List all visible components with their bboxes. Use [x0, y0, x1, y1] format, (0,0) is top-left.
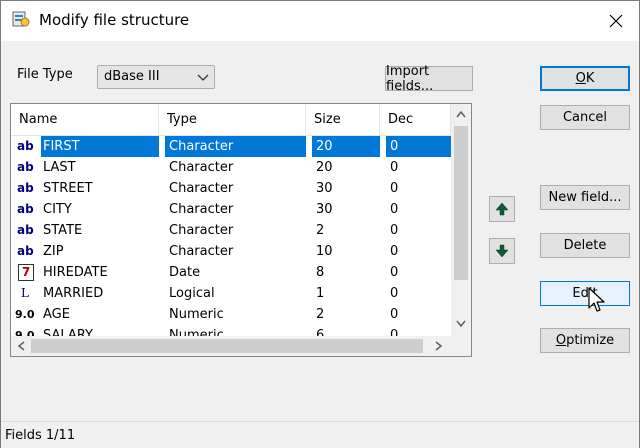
column-header-type[interactable]: Type: [159, 104, 306, 136]
numeric-type-icon: 9.0: [15, 308, 35, 321]
edit-button[interactable]: Edit: [540, 281, 630, 306]
optimize-button[interactable]: Optimize: [540, 328, 630, 353]
cell-type: Character: [169, 244, 234, 259]
scroll-down-icon[interactable]: [456, 320, 466, 328]
status-text: Fields 1/11: [5, 428, 76, 443]
arrow-up-icon: [495, 202, 509, 216]
file-type-label: File Type: [17, 67, 73, 82]
cell-type: Numeric: [169, 307, 224, 322]
vertical-scroll-thumb[interactable]: [454, 126, 468, 280]
cell-dec: 0: [390, 202, 399, 217]
scrollbar-corner: [451, 336, 471, 356]
table-row[interactable]: L MARRIED Logical 1 0: [11, 283, 451, 304]
cell-size: 1: [316, 286, 325, 301]
cell-name: LAST: [43, 160, 76, 175]
cell-type: Logical: [169, 286, 215, 301]
table-row[interactable]: ab CITY Character 30 0: [11, 199, 451, 220]
title-bar: Modify file structure: [1, 1, 639, 41]
close-icon: [609, 14, 623, 28]
window-title: Modify file structure: [39, 11, 190, 29]
file-type-dropdown[interactable]: dBase III: [97, 65, 215, 89]
table-row[interactable]: ab ZIP Character 10 0: [11, 241, 451, 262]
ok-label-rest: K: [585, 71, 595, 86]
app-icon: [12, 11, 30, 27]
character-type-icon: ab: [17, 244, 34, 258]
table-row[interactable]: ab STREET Character 30 0: [11, 178, 451, 199]
horizontal-scroll-thumb[interactable]: [31, 339, 423, 353]
cell-name: MARRIED: [43, 286, 104, 301]
table-row[interactable]: 7 HIREDATE Date 8 0: [11, 262, 451, 283]
cell-dec: 0: [386, 136, 451, 157]
cell-size: 10: [316, 244, 333, 259]
modify-file-structure-dialog: Modify file structure File Type dBase II…: [0, 0, 640, 448]
chevron-down-icon: [197, 74, 209, 81]
cell-name: CITY: [43, 202, 72, 217]
cell-dec: 0: [390, 265, 399, 280]
cell-size: 20: [316, 160, 333, 175]
move-up-button[interactable]: [489, 196, 515, 222]
column-header-size[interactable]: Size: [306, 104, 380, 136]
cell-size: 30: [316, 202, 333, 217]
cell-type: Character: [165, 136, 306, 157]
column-header-dec[interactable]: Dec: [380, 104, 451, 136]
optimize-label-rest: ptimize: [566, 333, 615, 348]
cell-dec: 0: [390, 286, 399, 301]
cell-type: Character: [169, 181, 234, 196]
cell-size: 2: [316, 307, 325, 322]
cell-size: 20: [312, 136, 380, 157]
cell-type: Date: [169, 265, 201, 280]
cell-size: 2: [316, 223, 325, 238]
cell-size: 30: [316, 181, 333, 196]
ok-mnemonic: O: [575, 71, 586, 86]
delete-button[interactable]: Delete: [540, 233, 630, 258]
table-row[interactable]: ab LAST Character 20 0: [11, 157, 451, 178]
cell-name: STATE: [43, 223, 83, 238]
table-row[interactable]: 9.0 AGE Numeric 2 0: [11, 304, 451, 325]
cell-type: Character: [169, 160, 234, 175]
character-type-icon: ab: [17, 202, 34, 216]
column-header-name[interactable]: Name: [11, 104, 159, 136]
table-header: Name Type Size Dec: [11, 104, 451, 136]
import-fields-button[interactable]: Import fields...: [385, 64, 473, 94]
cell-name: STREET: [43, 181, 93, 196]
optimize-mnemonic: O: [555, 333, 567, 348]
scroll-right-icon[interactable]: [435, 341, 443, 351]
file-type-value: dBase III: [104, 69, 160, 84]
cell-dec: 0: [390, 244, 399, 259]
close-button[interactable]: [593, 1, 639, 41]
cell-name: ZIP: [43, 244, 64, 259]
table-row[interactable]: ab STATE Character 2 0: [11, 220, 451, 241]
table-row[interactable]: ab FIRST Character 20 0: [11, 136, 451, 157]
cell-type: Character: [169, 202, 234, 217]
character-type-icon: ab: [17, 223, 34, 237]
arrow-down-icon: [495, 244, 509, 258]
vertical-scrollbar[interactable]: [451, 104, 471, 336]
character-type-icon: ab: [17, 160, 34, 174]
cell-type: Character: [169, 223, 234, 238]
cell-dec: 0: [390, 181, 399, 196]
logical-type-icon: L: [21, 286, 29, 300]
scroll-left-icon[interactable]: [17, 341, 25, 351]
character-type-icon: ab: [17, 139, 34, 153]
new-field-button[interactable]: New field...: [540, 185, 630, 210]
move-down-button[interactable]: [489, 238, 515, 264]
cell-dec: 0: [390, 160, 399, 175]
character-type-icon: ab: [17, 181, 34, 195]
cell-name: HIREDATE: [43, 265, 108, 280]
status-bar: Fields 1/11: [1, 421, 639, 448]
fields-table[interactable]: Name Type Size Dec ab FIRST Character 20 0 ab…: [10, 103, 472, 357]
cell-name: FIRST: [41, 136, 159, 157]
cell-size: 8: [316, 265, 325, 280]
cancel-button[interactable]: Cancel: [540, 105, 630, 130]
scroll-up-icon[interactable]: [456, 110, 466, 118]
ok-button[interactable]: OK: [540, 66, 630, 91]
cell-dec: 0: [390, 223, 399, 238]
date-type-icon: 7: [18, 264, 34, 281]
cell-dec: 0: [390, 307, 399, 322]
cell-name: AGE: [43, 307, 70, 322]
mouse-cursor-icon: [588, 287, 605, 312]
horizontal-scrollbar[interactable]: [11, 336, 451, 356]
